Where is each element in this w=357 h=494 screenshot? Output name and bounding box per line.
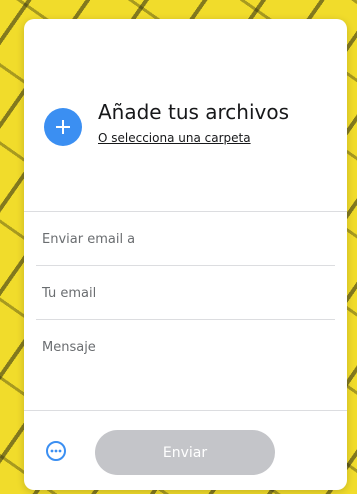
divider (24, 410, 347, 411)
send-button[interactable]: Enviar (95, 430, 275, 475)
message-placeholder: Mensaje (42, 340, 96, 355)
sender-email-placeholder: Tu email (42, 286, 97, 301)
sender-email-field[interactable]: Tu email (36, 266, 335, 320)
message-field[interactable]: Mensaje (36, 320, 335, 410)
recipient-email-placeholder: Enviar email a (42, 232, 136, 247)
transfer-panel: Añade tus archivos O selecciona una carp… (24, 19, 347, 490)
recipient-email-field[interactable]: Enviar email a (36, 212, 335, 266)
select-folder-link[interactable]: O selecciona una carpeta (98, 131, 251, 145)
plus-icon (56, 120, 70, 134)
ellipsis-icon (50, 449, 62, 453)
upload-title[interactable]: Añade tus archivos (98, 100, 289, 124)
more-options-button[interactable] (46, 441, 66, 461)
upload-area[interactable]: Añade tus archivos O selecciona una carp… (44, 99, 334, 159)
add-files-button[interactable] (44, 108, 82, 146)
